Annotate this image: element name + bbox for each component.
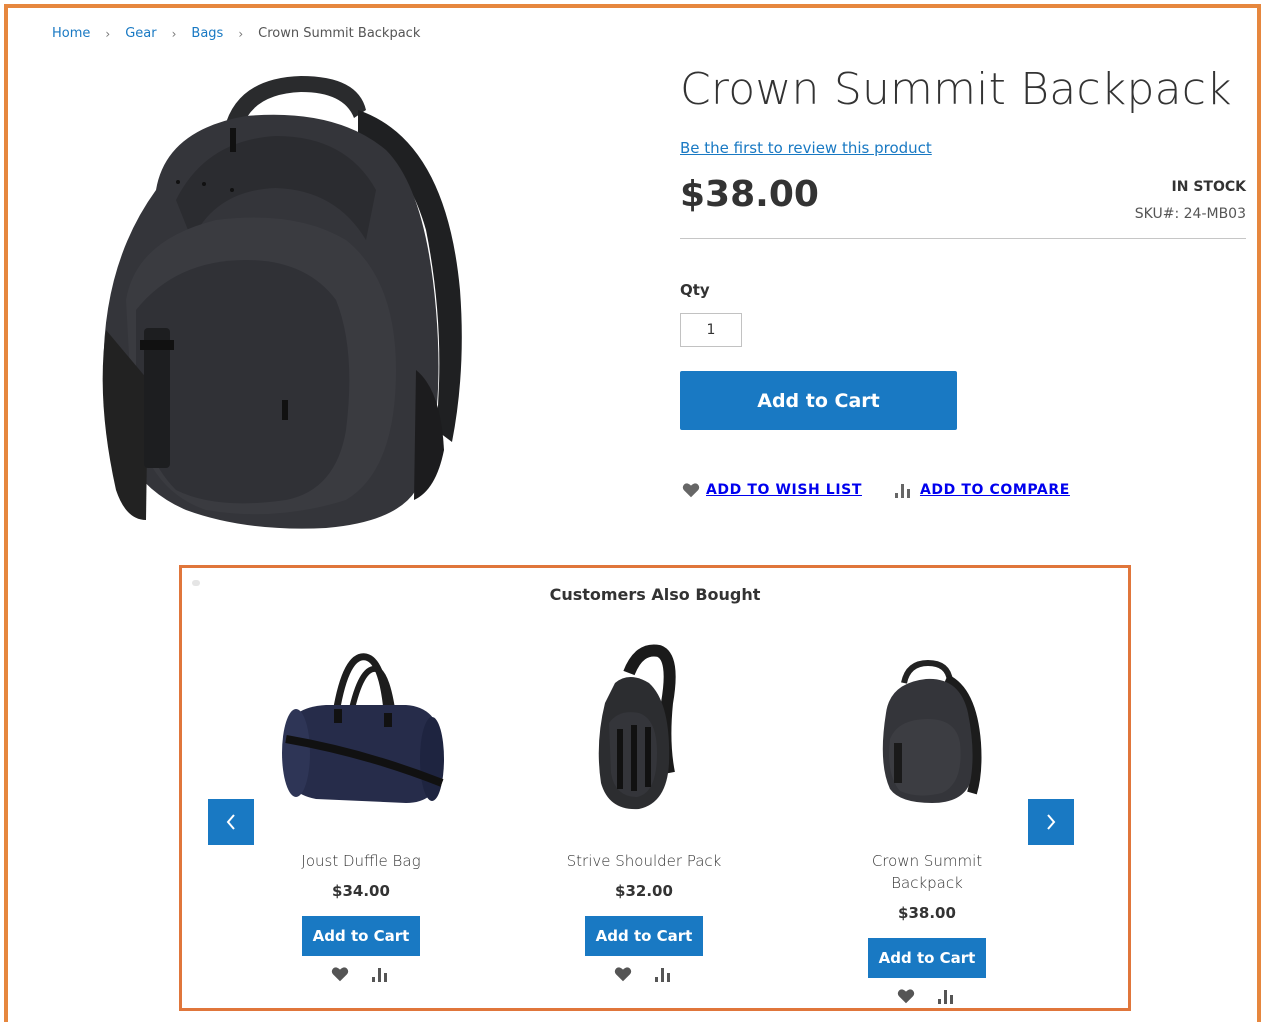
related-item-actions [271, 966, 451, 982]
breadcrumb: Home › Gear › Bags › Crown Summit Backpa… [52, 26, 420, 41]
backpack-image [102, 76, 462, 529]
review-link[interactable]: Be the first to review this product [680, 139, 932, 157]
carousel-next-button[interactable] [1028, 799, 1074, 845]
qty-label: Qty [680, 281, 710, 299]
breadcrumb-bags[interactable]: Bags [191, 26, 223, 41]
related-item-name[interactable]: Crown Summit Backpack [837, 850, 1017, 894]
related-item-price: $32.00 [615, 882, 673, 900]
compare-label: ADD TO COMPARE [919, 482, 1070, 498]
backpack-thumbnail-image [882, 659, 982, 803]
heart-icon [682, 483, 700, 498]
heart-icon[interactable] [331, 966, 349, 982]
carousel-prev-button[interactable] [208, 799, 254, 845]
sku-info: SKU#: 24-MB03 [1135, 206, 1246, 222]
related-products-block: Customers Also Bought Joust Duffle Bag $… [179, 565, 1131, 1011]
add-to-cart-button[interactable]: Add to Cart [680, 371, 957, 430]
sku-value: 24-MB03 [1183, 206, 1246, 222]
breadcrumb-current: Crown Summit Backpack [258, 26, 421, 41]
related-item-price: $34.00 [332, 882, 390, 900]
related-item-price: $38.00 [898, 904, 956, 922]
related-item: Crown Summit Backpack $38.00 Add to Cart [837, 638, 1017, 1004]
product-title: Crown Summit Backpack [680, 64, 1232, 115]
heart-icon[interactable] [614, 966, 632, 982]
compare-icon[interactable] [654, 966, 674, 982]
product-thumbnail[interactable] [837, 638, 1017, 818]
compare-icon [894, 484, 910, 498]
chevron-left-icon [226, 814, 235, 830]
product-thumbnail[interactable] [271, 638, 451, 818]
related-item-actions [837, 988, 1017, 1004]
heart-icon[interactable] [897, 988, 915, 1004]
related-item-name[interactable]: Joust Duffle Bag [271, 850, 451, 872]
related-add-to-cart-button[interactable]: Add to Cart [302, 916, 420, 956]
wishlist-label: ADD TO WISH LIST [706, 482, 862, 498]
related-title: Customers Also Bought [549, 585, 761, 604]
related-item-name[interactable]: Strive Shoulder Pack [554, 850, 734, 872]
compare-icon[interactable] [937, 988, 957, 1004]
related-item-actions [554, 966, 734, 982]
breadcrumb-home[interactable]: Home [52, 26, 90, 41]
related-item: Strive Shoulder Pack $32.00 Add to Cart [554, 638, 734, 982]
related-item: Joust Duffle Bag $34.00 Add to Cart [271, 638, 451, 982]
stock-status: IN STOCK [1171, 179, 1246, 195]
qty-input[interactable] [680, 313, 742, 347]
related-add-to-cart-button[interactable]: Add to Cart [585, 916, 703, 956]
sku-label: SKU#: [1134, 206, 1180, 222]
product-price: $38.00 [680, 174, 819, 215]
product-main-image[interactable] [96, 70, 468, 532]
product-thumbnail[interactable] [554, 638, 734, 818]
chevron-right-icon [1047, 814, 1056, 830]
shoulder-pack-image [598, 644, 676, 810]
add-to-compare-link[interactable]: ADD TO COMPARE [894, 482, 1070, 498]
divider [680, 238, 1246, 239]
product-actions: ADD TO WISH LIST ADD TO COMPARE [682, 482, 1070, 498]
breadcrumb-gear[interactable]: Gear [125, 26, 156, 41]
chevron-right-icon: › [171, 26, 177, 41]
chevron-right-icon: › [105, 26, 111, 41]
add-to-wishlist-link[interactable]: ADD TO WISH LIST [682, 482, 862, 498]
chevron-right-icon: › [238, 26, 244, 41]
duffle-bag-image [282, 653, 444, 803]
compare-icon[interactable] [371, 966, 391, 982]
related-add-to-cart-button[interactable]: Add to Cart [868, 938, 986, 978]
